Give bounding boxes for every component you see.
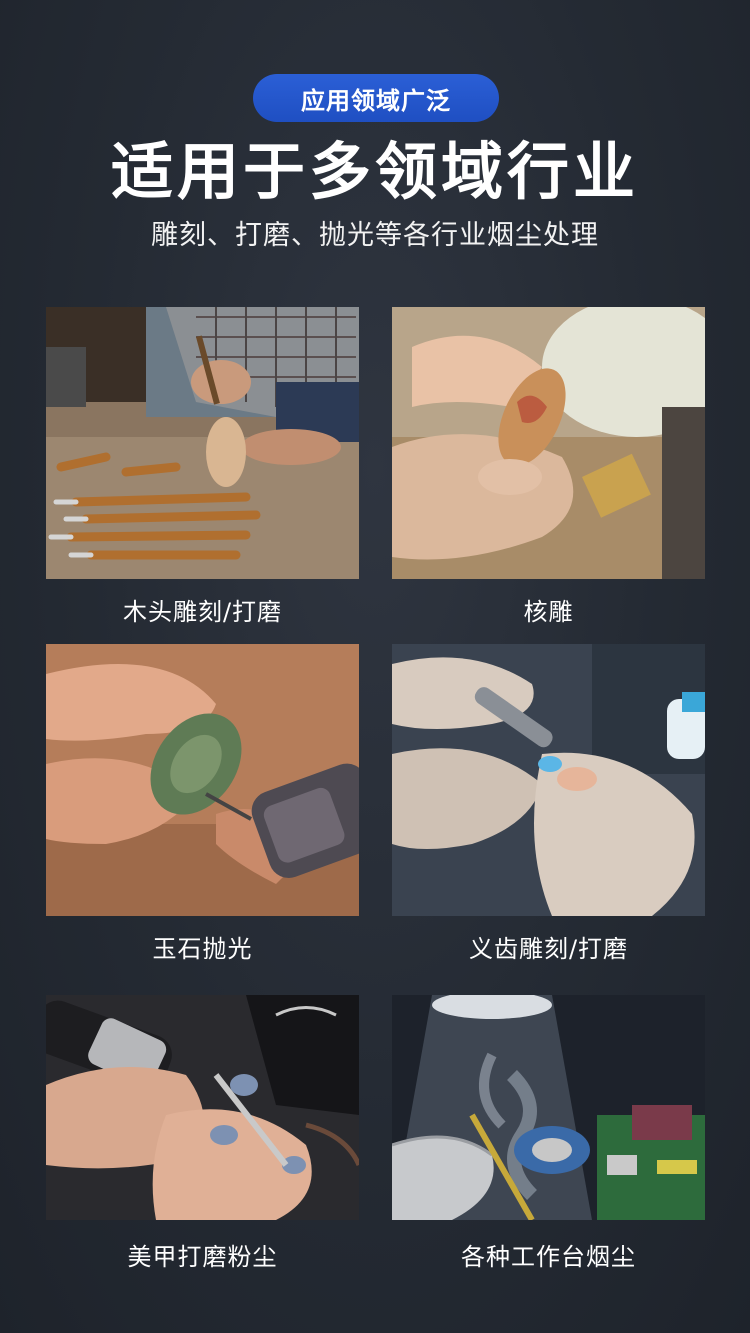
caption-denture: 义齿雕刻/打磨 — [468, 935, 629, 963]
application-card-jade: 玉石抛光 — [46, 644, 359, 963]
nail-grinding-photo — [46, 995, 359, 1220]
page-subtitle: 雕刻、打磨、抛光等各行业烟尘处理 — [151, 220, 599, 251]
caption-nail: 美甲打磨粉尘 — [127, 1243, 278, 1271]
nut-carving-photo — [392, 307, 705, 579]
application-card-denture: 义齿雕刻/打磨 — [392, 644, 705, 963]
application-card-nut: 核雕 — [392, 307, 705, 626]
application-card-workbench: 各种工作台烟尘 — [392, 995, 705, 1271]
category-badge: 应用领域广泛 — [253, 74, 499, 122]
caption-workbench: 各种工作台烟尘 — [461, 1243, 636, 1271]
caption-wood: 木头雕刻/打磨 — [122, 598, 283, 626]
application-card-nail: 美甲打磨粉尘 — [46, 995, 359, 1271]
jade-polishing-photo — [46, 644, 359, 916]
caption-nut: 核雕 — [523, 598, 574, 626]
caption-jade: 玉石抛光 — [152, 935, 253, 963]
page-title: 适用于多领域行业 — [110, 135, 639, 208]
wood-carving-photo — [46, 307, 359, 579]
application-card-wood: 木头雕刻/打磨 — [46, 307, 359, 626]
denture-carving-photo — [392, 644, 705, 916]
workbench-smoke-photo — [392, 995, 705, 1220]
